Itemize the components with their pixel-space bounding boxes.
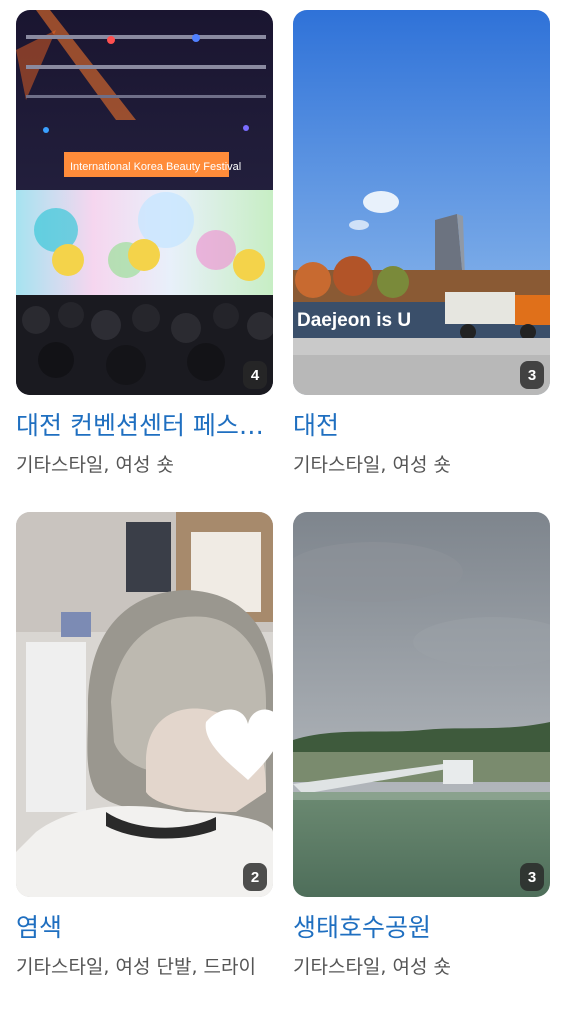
- card-tags: 기타스타일, 여성 숏: [293, 454, 451, 476]
- card-title[interactable]: 염색: [16, 909, 273, 947]
- card-thumbnail[interactable]: 3: [293, 512, 550, 897]
- photo-count-badge: 3: [520, 361, 544, 389]
- daejeon-sign-photo: Daejeon is U: [293, 10, 550, 395]
- gallery-card[interactable]: International Korea Beauty Festival 4 대전…: [16, 10, 273, 482]
- gallery-card[interactable]: Daejeon is U 3 대전 기타스타일, 여성 숏: [293, 10, 550, 482]
- hair-color-photo: [16, 512, 273, 897]
- daejeon-sign-text: Daejeon is U: [297, 310, 411, 331]
- concert-stage-photo: International Korea Beauty Festival: [16, 10, 273, 395]
- card-title[interactable]: 생태호수공원: [293, 909, 550, 947]
- photo-count-badge: 4: [243, 361, 267, 389]
- card-title[interactable]: 대전: [293, 407, 550, 445]
- card-tags: 기타스타일, 여성 단발, 드라이: [16, 956, 256, 978]
- gallery-card[interactable]: 2 염색 기타스타일, 여성 단발, 드라이: [16, 512, 273, 984]
- photo-count-badge: 2: [243, 863, 267, 891]
- photo-count-badge: 3: [520, 863, 544, 891]
- card-thumbnail[interactable]: 2: [16, 512, 273, 897]
- gallery-grid: International Korea Beauty Festival 4 대전…: [0, 0, 561, 1024]
- card-thumbnail[interactable]: International Korea Beauty Festival 4: [16, 10, 273, 395]
- lake-park-photo: [293, 512, 550, 897]
- banner-text: International Korea Beauty Festival: [70, 161, 241, 173]
- card-tags: 기타스타일, 여성 숏: [293, 956, 451, 978]
- card-tags: 기타스타일, 여성 숏: [16, 454, 174, 476]
- card-title[interactable]: 대전 컨벤션센터 페스티벌: [16, 407, 273, 445]
- gallery-card[interactable]: 3 생태호수공원 기타스타일, 여성 숏: [293, 512, 550, 984]
- card-thumbnail[interactable]: Daejeon is U 3: [293, 10, 550, 395]
